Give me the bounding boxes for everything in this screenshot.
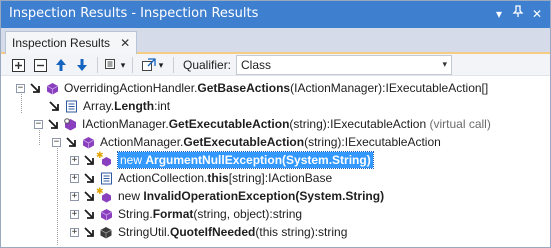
down-arrow-icon[interactable] [74, 57, 90, 73]
toolbar-separator [173, 57, 174, 73]
collapse-toggle[interactable]: − [34, 119, 43, 129]
tab-label: Inspection Results [12, 36, 111, 50]
row-text: IActionManager.GetExecutableAction(strin… [82, 117, 491, 131]
method-icon [45, 81, 59, 95]
call-arrow-icon [48, 100, 60, 112]
constructor-icon: ✱ [96, 186, 113, 203]
pin-icon[interactable] [509, 5, 527, 23]
row-text: OverridingActionHandler.GetBaseActions(I… [64, 81, 489, 95]
expand-toggle[interactable]: + [70, 155, 79, 165]
call-arrow-icon [83, 208, 95, 220]
up-arrow-icon[interactable] [53, 57, 69, 73]
call-arrow-icon [29, 82, 41, 94]
collapse-toggle[interactable]: − [16, 83, 25, 93]
row-text: Array.Length:int [83, 99, 171, 113]
expand-toggle[interactable]: + [70, 227, 79, 237]
collapse-toggle[interactable]: − [52, 137, 61, 147]
tree-row[interactable]: + ✱ new InvalidOperationException(System… [70, 186, 385, 205]
method-icon [99, 207, 113, 221]
row-text: ActionManager.GetExecutableAction(string… [100, 135, 441, 149]
export-icon[interactable] [141, 57, 157, 73]
group-by-dropdown[interactable]: ▾ [118, 57, 128, 73]
indexer-icon [99, 171, 113, 185]
qualifier-select[interactable]: Class ▾ [236, 55, 452, 75]
tab-inspection-results[interactable]: Inspection Results ✕ [5, 31, 138, 54]
call-arrow-icon [83, 190, 95, 202]
tree-row[interactable]: + String.Format(string, object):string [70, 205, 302, 223]
tree-row[interactable]: − ActionManager.GetExecutableAction(stri… [52, 133, 441, 151]
method-icon [81, 135, 95, 149]
constructor-icon: ✱ [96, 150, 113, 167]
row-text: StringUtil.QuoteIfNeeded(this string):st… [118, 225, 348, 239]
expand-all-icon[interactable] [10, 57, 26, 73]
title-bar: Inspection Results - Inspection Results … [1, 1, 550, 28]
call-arrow-icon [83, 226, 95, 238]
close-icon[interactable]: ✕ [120, 36, 130, 50]
call-arrow-icon [65, 136, 77, 148]
tree-guide-line [57, 145, 58, 245]
property-icon [64, 99, 78, 113]
row-text: String.Format(string, object):string [118, 207, 303, 221]
expand-toggle[interactable]: + [70, 191, 79, 201]
tree-row[interactable]: − OverridingActionHandler.GetBaseActions… [16, 79, 488, 97]
close-window-button[interactable]: ✕ [528, 5, 546, 23]
window-menu-dropdown[interactable]: ▾ [490, 5, 508, 23]
call-arrow-icon [47, 118, 59, 130]
tree-row[interactable]: + ActionCollection.this[string]:IActionB… [70, 169, 332, 187]
row-text: new InvalidOperationException(System.Str… [118, 189, 385, 203]
tree-row[interactable]: Array.Length:int [48, 97, 170, 115]
tree-row[interactable]: + StringUtil.QuoteIfNeeded(this string):… [70, 223, 347, 241]
expand-toggle[interactable]: + [70, 173, 79, 183]
tree-row-selected[interactable]: + ✱ new ArgumentNullException(System.Str… [70, 150, 374, 169]
toolbar-separator [132, 57, 133, 73]
tree-row[interactable]: − IActionManager.GetExecutableAction(str… [34, 115, 491, 133]
inspection-tree: − OverridingActionHandler.GetBaseActions… [1, 77, 550, 247]
chevron-down-icon: ▾ [442, 59, 447, 69]
expand-toggle[interactable]: + [70, 209, 79, 219]
call-arrow-icon [83, 172, 95, 184]
extension-method-icon [99, 225, 113, 239]
interface-method-icon [63, 117, 77, 131]
call-arrow-icon [83, 154, 95, 166]
qualifier-value: Class [241, 58, 272, 72]
window-title: Inspection Results - Inspection Results [9, 6, 259, 21]
export-dropdown[interactable]: ▾ [156, 57, 166, 73]
tab-strip: Inspection Results ✕ [1, 28, 550, 54]
row-text: new ArgumentNullException(System.String) [117, 151, 374, 169]
toolbar: ▾ ▾ Qualifier: Class ▾ [1, 54, 550, 76]
toolbar-separator [97, 57, 98, 73]
inspection-results-window: Inspection Results - Inspection Results … [0, 0, 551, 248]
collapse-all-icon[interactable] [32, 57, 48, 73]
row-text: ActionCollection.this[string]:IActionBas… [118, 171, 333, 185]
qualifier-label: Qualifier: [183, 58, 232, 72]
